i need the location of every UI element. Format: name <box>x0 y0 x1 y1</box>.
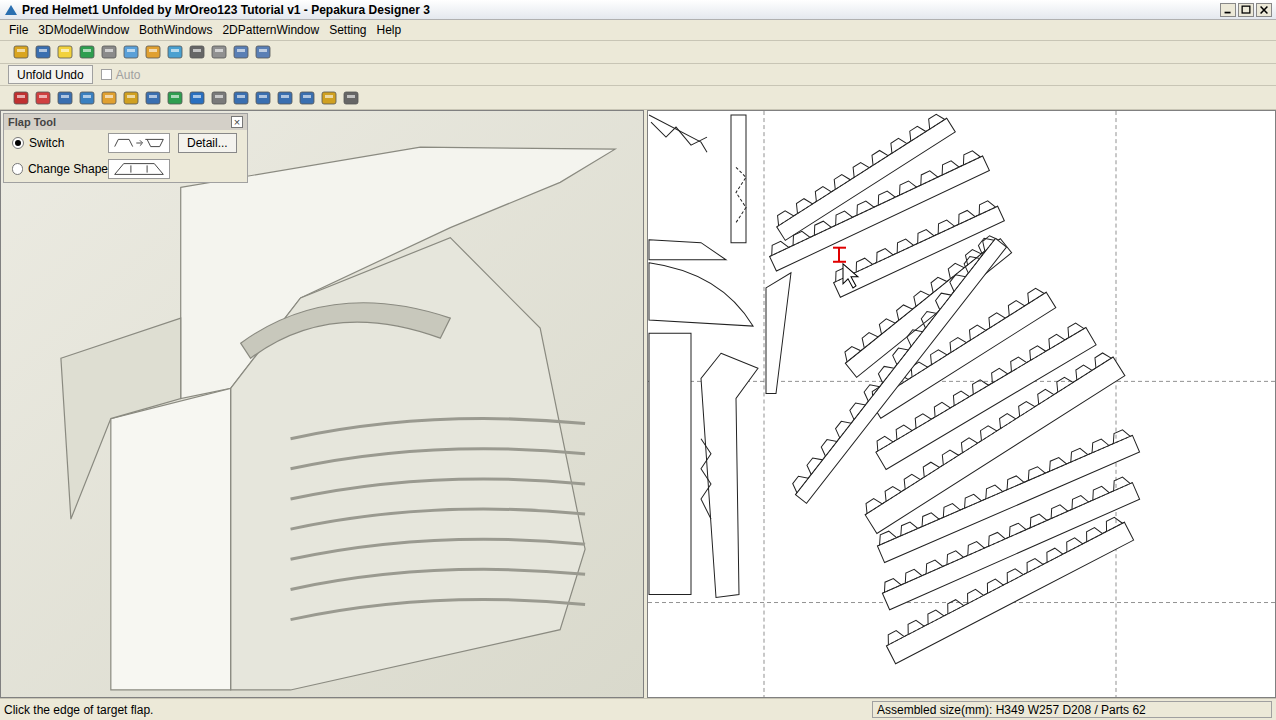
flap-shape-icon <box>108 159 170 179</box>
switch-flap-icon <box>108 133 170 153</box>
pattern-toolbar <box>0 86 1276 110</box>
tool-icon[interactable] <box>56 89 74 107</box>
tool-icon[interactable] <box>100 43 118 61</box>
app-icon <box>4 3 18 17</box>
menu-item[interactable]: Help <box>372 21 407 39</box>
tool-icon[interactable] <box>144 89 162 107</box>
flap-option-radio[interactable]: Change Shape <box>12 160 108 178</box>
close-icon[interactable] <box>1256 3 1272 17</box>
workspace: Flap Tool × Switch Detail... Change Shape <box>0 110 1276 698</box>
app-window: Pred Helmet1 Unfolded by MrOreo123 Tutor… <box>0 0 1276 720</box>
tool-icon[interactable] <box>298 89 316 107</box>
3d-window: Flap Tool × Switch Detail... Change Shape <box>0 110 644 698</box>
tool-icon[interactable] <box>100 89 118 107</box>
menu-bar: File3DModelWindowBothWindows2DPatternWin… <box>0 20 1276 40</box>
tool-icon[interactable] <box>122 89 140 107</box>
tool-icon[interactable] <box>122 43 140 61</box>
tool-icon[interactable] <box>320 89 338 107</box>
2d-window <box>647 110 1276 698</box>
tool-icon[interactable] <box>34 43 52 61</box>
tool-icon[interactable] <box>166 89 184 107</box>
pattern-drawing[interactable] <box>648 111 1275 697</box>
window-title: Pred Helmet1 Unfolded by MrOreo123 Tutor… <box>22 1 1220 19</box>
unfold-undo-button[interactable]: Unfold Undo <box>8 65 93 84</box>
auto-checkbox[interactable]: Auto <box>101 66 141 84</box>
status-hint: Click the edge of target flap. <box>4 701 872 719</box>
flap-option-radio[interactable]: Switch <box>12 134 108 152</box>
tool-icon[interactable] <box>254 43 272 61</box>
tool-icon[interactable] <box>232 89 250 107</box>
tool-icon[interactable] <box>78 43 96 61</box>
tool-icon[interactable] <box>188 89 206 107</box>
menu-item[interactable]: 2DPatternWindow <box>217 21 324 39</box>
menu-item[interactable]: 3DModelWindow <box>33 21 134 39</box>
tool-icon[interactable] <box>144 43 162 61</box>
tool-icon[interactable] <box>276 89 294 107</box>
tool-icon[interactable] <box>12 43 30 61</box>
detail-button[interactable]: Detail... <box>178 133 237 153</box>
tool-icon[interactable] <box>254 89 272 107</box>
title-bar: Pred Helmet1 Unfolded by MrOreo123 Tutor… <box>0 0 1276 20</box>
model-view[interactable] <box>1 111 643 697</box>
tool-icon[interactable] <box>232 43 250 61</box>
status-size: Assembled size(mm): H349 W257 D208 / Par… <box>872 701 1272 718</box>
unfold-bar: Unfold Undo Auto <box>0 64 1276 86</box>
maximize-icon[interactable] <box>1238 3 1254 17</box>
tool-icon[interactable] <box>78 89 96 107</box>
tool-icon[interactable] <box>12 89 30 107</box>
tool-icon[interactable] <box>210 89 228 107</box>
minimize-icon[interactable] <box>1220 3 1236 17</box>
tool-icon[interactable] <box>166 43 184 61</box>
status-bar: Click the edge of target flap.Assembled … <box>0 698 1276 720</box>
flap-tool-panel: Flap Tool × Switch Detail... Change Shape <box>3 113 248 183</box>
tool-icon[interactable] <box>188 43 206 61</box>
menu-item[interactable]: Setting <box>324 21 371 39</box>
tool-icon[interactable] <box>342 89 360 107</box>
panel-close[interactable]: × <box>231 116 243 128</box>
tool-icon[interactable] <box>210 43 228 61</box>
menu-item[interactable]: BothWindows <box>134 21 217 39</box>
menu-item[interactable]: File <box>4 21 33 39</box>
tool-icon[interactable] <box>34 89 52 107</box>
tool-icon[interactable] <box>56 43 74 61</box>
main-toolbar <box>0 40 1276 64</box>
panel-title: Flap Tool <box>8 114 56 131</box>
